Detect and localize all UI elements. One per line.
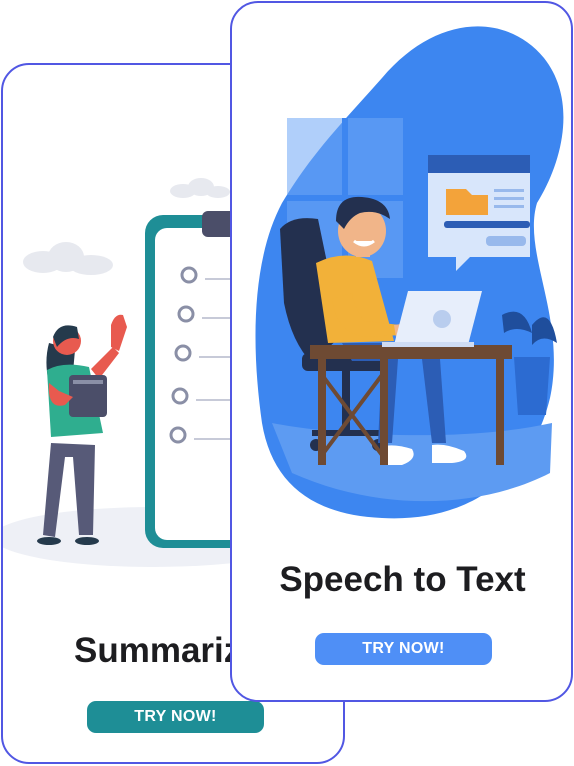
- man-at-laptop-illustration: [255, 26, 564, 519]
- speech-to-text-card: Speech to Text TRY NOW!: [230, 1, 573, 702]
- try-now-button-summarize[interactable]: TRY NOW!: [87, 701, 264, 733]
- card-title-speech-to-text: Speech to Text: [279, 560, 526, 599]
- try-now-button-speech-to-text[interactable]: TRY NOW!: [315, 633, 492, 665]
